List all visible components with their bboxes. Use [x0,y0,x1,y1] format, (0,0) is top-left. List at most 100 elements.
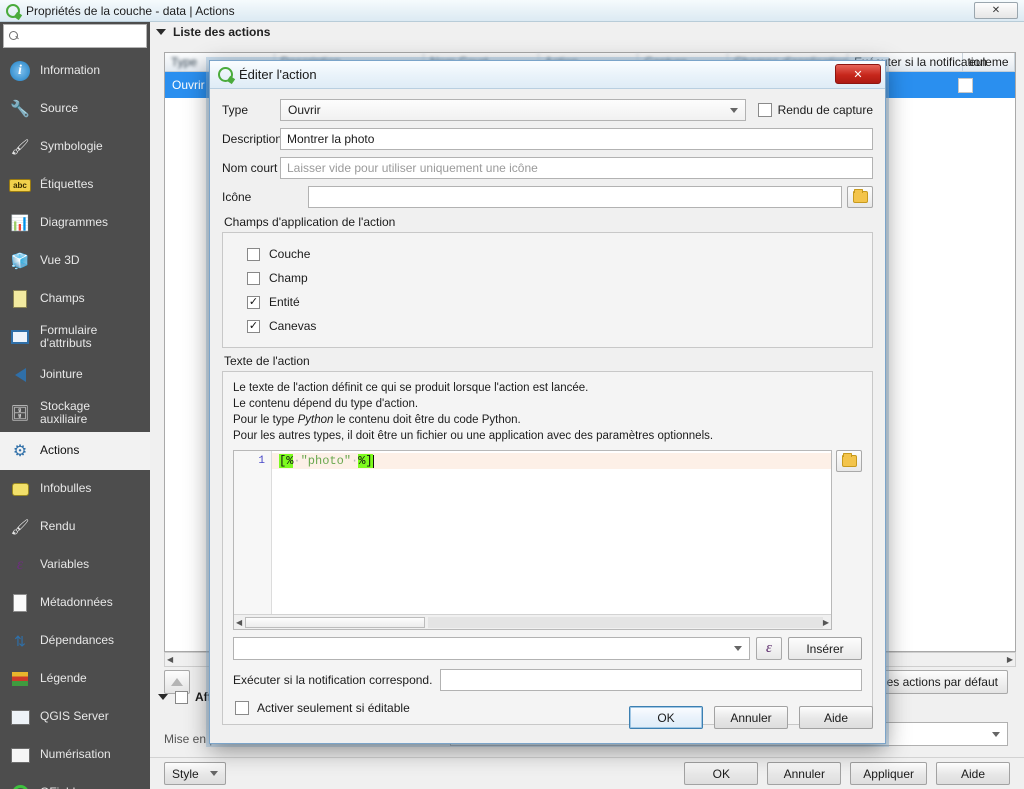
scrollbar-thumb[interactable] [245,616,426,628]
icon-browse-button[interactable] [847,186,873,208]
insert-button[interactable]: Insérer [788,637,862,660]
main-help-button[interactable]: Aide [936,762,1010,785]
editor-horizontal-scrollbar[interactable]: ◀ ▶ [234,614,831,629]
sidebar-item-qfield[interactable]: QField [0,774,150,789]
expression-builder-button[interactable]: ε [756,637,782,660]
scope-checkbox-canevas[interactable]: ✓ [247,319,260,333]
search-box[interactable] [3,24,147,48]
capture-render-checkbox[interactable] [757,103,772,117]
dialog-button-row: OK Annuler Aide [629,706,873,729]
notification-row: Exécuter si la notification correspond. [233,669,862,691]
code-area[interactable]: 1 [% · "photo" ·%] [234,451,831,614]
main-apply-button[interactable]: Appliquer [850,762,927,785]
sidebar-item-infobulles[interactable]: Infobulles [0,470,150,508]
scroll-left-icon[interactable]: ◀ [167,655,173,664]
dialog-cancel-label: Annuler [730,710,772,725]
scroll-left-icon[interactable]: ◀ [236,618,242,627]
line-number: 1 [258,455,265,467]
dialog-help-button[interactable]: Aide [799,706,873,729]
scope-checkbox-row-couche[interactable]: Couche [223,242,872,266]
description-label: Description [222,132,283,146]
code-token-open: [% [279,454,294,468]
sidebar-item-source[interactable]: 🔧 Source [0,90,150,128]
main-ok-button[interactable]: OK [684,762,759,785]
sidebar-item-information[interactable]: i Information [0,52,150,90]
code-token-close: %] [358,454,373,468]
sidebar-item-diagrammes[interactable]: 📊 Diagrammes [0,204,150,242]
show-checkbox[interactable] [175,690,188,704]
code-editor-frame[interactable]: 1 [% · "photo" ·%] ◀ ▶ [233,450,832,630]
line-number-gutter: 1 [234,451,272,614]
sidebar-item-vue-3d[interactable]: 🧊 Vue 3D [0,242,150,280]
expression-combo[interactable] [233,637,750,660]
sidebar-item-variables[interactable]: ε Variables [0,546,150,584]
sidebar-item-num-risation[interactable]: Numérisation [0,736,150,774]
sidebar-item-qgis-server[interactable]: QGIS Server [0,698,150,736]
edit-action-dialog: Éditer l'action ✕ Type Ouvrir Rendu de c… [209,60,886,744]
scope-checkbox-label: Couche [269,247,311,261]
editable-only-checkbox[interactable] [235,701,249,715]
scope-checkbox-champ[interactable] [247,271,260,285]
scroll-right-icon[interactable]: ▶ [823,618,829,627]
capture-render-label: Rendu de capture [777,103,873,117]
icon-input[interactable] [308,186,842,208]
scrollbar-track[interactable] [428,616,823,628]
capture-render-checkbox-row[interactable]: Rendu de capture [757,103,873,117]
default-actions-label: les actions par défaut [883,675,998,689]
dialog-ok-button[interactable]: OK [629,706,703,729]
sidebar-item-formulaire-d-attributs[interactable]: Formulaire d'attributs [0,318,150,356]
description-value: Montrer la photo [287,132,375,146]
sidebar-item-jointure[interactable]: Jointure [0,356,150,394]
scope-checkbox-row-entité[interactable]: ✓ Entité [223,290,872,314]
sidebar-item-rendu[interactable]: 🖌 Rendu [0,508,150,546]
type-value: Ouvrir [288,103,321,117]
scroll-right-icon[interactable]: ▶ [1007,655,1013,664]
dialog-cancel-button[interactable]: Annuler [714,706,788,729]
sidebar-item-d-pendances[interactable]: ⇅ Dépendances [0,622,150,660]
sidebar-item-label: Diagrammes [40,215,109,230]
scope-checkbox-row-champ[interactable]: Champ [223,266,872,290]
sidebar-item-label: Vue 3D [40,253,80,268]
sidebar-item-tiquettes[interactable]: abc Étiquettes [0,166,150,204]
speech-bubble-icon [8,477,32,501]
default-actions-button[interactable]: les actions par défaut [873,670,1008,694]
scope-checkbox-couche[interactable] [247,247,260,261]
description-row: Description Montrer la photo [222,128,873,150]
cell-capture-checkbox[interactable] [958,77,973,93]
dialog-help-label: Aide [823,710,849,725]
chevron-down-icon[interactable] [158,694,168,700]
cube-3d-icon: 🧊 [10,253,30,270]
help-line: Pour le type Python le contenu doit être… [233,412,862,428]
actions-list-section-header[interactable]: Liste des actions [150,22,1024,42]
help-line3-emphasis: Python [297,414,334,426]
table-column-header[interactable]: euleme [963,53,1015,71]
sidebar-item-symbologie[interactable]: 🖌 Symbologie [0,128,150,166]
action-help-box: Le texte de l'action définit ce qui se p… [222,371,873,725]
sidebar-item-stockage-auxiliaire[interactable]: 🗄 Stockage auxiliaire [0,394,150,432]
scope-checkbox-row-canevas[interactable]: ✓ Canevas [223,314,872,338]
type-row: Type Ouvrir Rendu de capture [222,99,873,121]
sidebar-item-m-tadonn-es[interactable]: Métadonnées [0,584,150,622]
code-column[interactable]: [% · "photo" ·%] [272,451,831,614]
main-cancel-button[interactable]: Annuler [767,762,842,785]
shortname-placeholder: Laisser vide pour utiliser uniquement un… [287,161,538,175]
icon-row: Icône [222,186,873,208]
code-browse-button[interactable] [836,450,862,472]
dialog-close-button[interactable]: ✕ [835,64,881,84]
section-title: Liste des actions [173,25,271,39]
paintbrush-icon: 🖌 [10,519,30,536]
notification-input[interactable] [440,669,862,691]
search-input[interactable] [24,29,141,43]
sidebar-item-l-gende[interactable]: Légende [0,660,150,698]
description-input[interactable]: Montrer la photo [280,128,873,150]
code-line[interactable]: [% · "photo" ·%] [272,453,831,469]
type-select[interactable]: Ouvrir [280,99,746,121]
gear-play-icon: ⚙ [12,443,28,460]
scope-checkbox-entité[interactable]: ✓ [247,295,260,309]
sidebar-item-champs[interactable]: Champs [0,280,150,318]
sidebar-item-actions[interactable]: ⚙ Actions [0,432,150,470]
style-button[interactable]: Style [164,762,226,785]
window-close-button[interactable]: ✕ [974,2,1018,19]
scope-group-label: Champs d'application de l'action [224,215,396,229]
shortname-input[interactable]: Laisser vide pour utiliser uniquement un… [280,157,873,179]
